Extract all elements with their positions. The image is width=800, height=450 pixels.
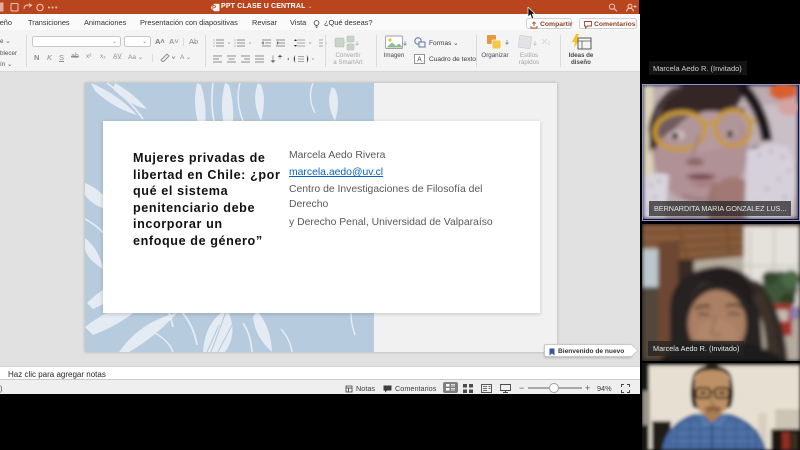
svg-text:A: A [417,57,422,64]
svg-text:P: P [212,5,216,11]
